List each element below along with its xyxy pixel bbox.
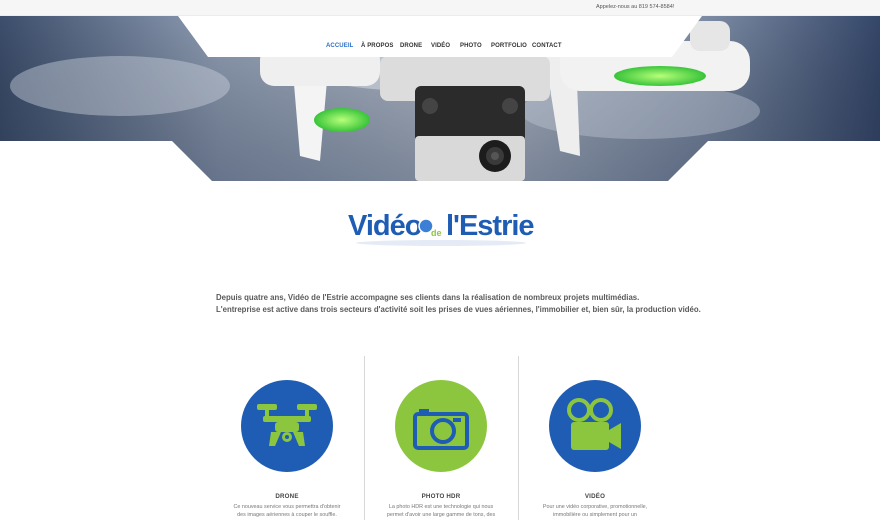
service-desc-line-2: immobilière ou simplement pour un <box>553 512 637 518</box>
drone-icon-circle[interactable] <box>241 380 333 472</box>
nav-portfolio[interactable]: PORTFOLIO <box>491 43 527 49</box>
intro-line-1: Depuis quatre ans, Vidéo de l'Estrie acc… <box>216 293 640 302</box>
logo-word-video: Vidéo <box>348 210 422 242</box>
nav-photo[interactable]: PHOTO <box>460 43 482 49</box>
column-divider <box>364 356 365 520</box>
service-title: DRONE <box>275 493 299 500</box>
nav-drone[interactable]: DRONE <box>400 43 422 49</box>
camera-icon <box>413 409 469 450</box>
nav-a-propos[interactable]: À PROPOS <box>361 43 393 49</box>
logo-word-estrie: l'Estrie <box>446 210 534 242</box>
drone-icon <box>257 404 317 446</box>
service-desc-line-1: Pour une vidéo corporative, promotionnel… <box>542 504 648 510</box>
camera-icon-circle[interactable] <box>395 380 487 472</box>
video-camera-icon <box>567 398 621 450</box>
service-desc-line-2: des images aériennes à couper le souffle… <box>237 512 337 518</box>
service-title: VIDÉO <box>584 493 606 500</box>
nav-contact[interactable]: CONTACT <box>532 43 562 49</box>
service-desc-line-1: Ce nouveau service vous permettra d'obte… <box>233 504 341 510</box>
video-camera-icon-circle[interactable] <box>549 380 641 472</box>
column-divider <box>518 356 519 520</box>
top-bar: Appelez-nous au 819 574-8584! <box>0 0 880 16</box>
main-nav: ACCUEIL À PROPOS DRONE VIDÉO PHOTO PORTF… <box>0 40 880 54</box>
nav-accueil[interactable]: ACCUEIL <box>326 43 353 49</box>
intro-text: Depuis quatre ans, Vidéo de l'Estrie acc… <box>216 292 701 315</box>
service-desc-line-2: permet d'avoir une large gamme de tons, … <box>386 512 496 518</box>
site-logo[interactable]: Vidéo de l'Estrie <box>346 205 536 249</box>
intro-line-2: L'entreprise est active dans trois secte… <box>216 304 701 314</box>
service-desc-line-1: La photo HDR est une technologie qui nou… <box>388 504 494 510</box>
service-title: PHOTO HDR <box>421 493 461 500</box>
nav-video[interactable]: VIDÉO <box>431 43 450 49</box>
phone-text: Appelez-nous au 819 574-8584! <box>596 4 675 10</box>
logo-word-de: de <box>431 228 442 238</box>
